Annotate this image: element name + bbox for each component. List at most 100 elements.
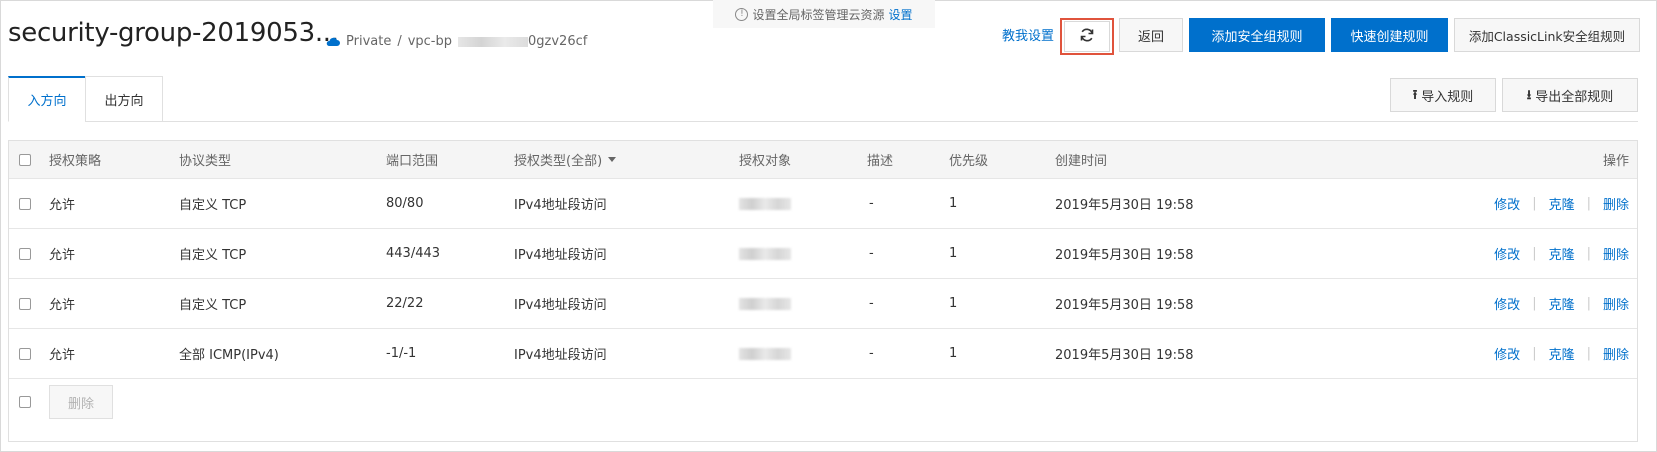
delete-link[interactable]: 删除: [1603, 194, 1629, 213]
clone-link[interactable]: 克隆: [1549, 344, 1575, 363]
row-checkbox[interactable]: [19, 247, 31, 260]
table-row: 允许 自定义 TCP 80/80 IPv4地址段访问 - 1 2019年5月30…: [9, 179, 1637, 229]
action-separator: |: [1586, 296, 1591, 311]
col-policy: 授权策略: [49, 154, 102, 169]
help-link[interactable]: 教我设置: [1002, 25, 1054, 44]
cloud-icon: [326, 37, 340, 47]
export-rules-button[interactable]: ⭳ 导出全部规则: [1502, 78, 1638, 112]
row-auth-type: IPv4地址段访问: [514, 198, 607, 213]
col-priority: 优先级: [949, 154, 989, 169]
edit-link[interactable]: 修改: [1494, 344, 1520, 363]
clone-link[interactable]: 克隆: [1549, 194, 1575, 213]
row-target-redacted: [739, 297, 791, 310]
row-policy: 允许: [49, 348, 76, 363]
row-protocol: 全部 ICMP(IPv4): [179, 348, 279, 363]
select-all-checkbox[interactable]: [19, 153, 31, 166]
row-auth-type: IPv4地址段访问: [514, 248, 607, 263]
row-description: -: [869, 296, 874, 311]
row-created: 2019年5月30日 19:58: [1055, 348, 1194, 363]
add-classiclink-button[interactable]: 添加ClassicLink安全组规则: [1454, 18, 1640, 52]
rules-table: 授权策略 协议类型 端口范围 授权类型(全部) 授权对象 描述 优先级 创建时间…: [8, 140, 1638, 442]
action-separator: |: [1586, 346, 1591, 361]
import-rules-label: 导入规则: [1421, 89, 1474, 105]
table-footer: 删除: [9, 381, 1637, 441]
delete-link[interactable]: 删除: [1603, 244, 1629, 263]
export-rules-label: 导出全部规则: [1535, 89, 1614, 105]
table-row: 允许 自定义 TCP 22/22 IPv4地址段访问 - 1 2019年5月30…: [9, 279, 1637, 329]
notice-text: 设置全局标签管理云资源: [752, 7, 885, 22]
import-rules-button[interactable]: ⭱ 导入规则: [1390, 78, 1496, 112]
row-port: -1/-1: [386, 346, 417, 361]
row-priority: 1: [949, 346, 958, 361]
row-target-redacted: [739, 347, 791, 360]
add-rule-button[interactable]: 添加安全组规则: [1189, 18, 1325, 52]
meta-separator: /: [397, 34, 402, 49]
action-separator: |: [1532, 296, 1537, 311]
row-checkbox[interactable]: [19, 197, 31, 210]
notice-settings-link[interactable]: 设置: [889, 6, 913, 23]
row-actions: 修改 | 克隆 | 删除: [1494, 329, 1629, 378]
row-checkbox[interactable]: [19, 297, 31, 310]
quick-create-button[interactable]: 快速创建规则: [1331, 18, 1448, 52]
action-separator: |: [1532, 196, 1537, 211]
row-actions: 修改 | 克隆 | 删除: [1494, 279, 1629, 328]
row-created: 2019年5月30日 19:58: [1055, 248, 1194, 263]
table-row: 允许 全部 ICMP(IPv4) -1/-1 IPv4地址段访问 - 1 201…: [9, 329, 1637, 379]
tabs-divider: [8, 121, 1638, 122]
refresh-button[interactable]: [1064, 21, 1110, 52]
table-row: 允许 自定义 TCP 443/443 IPv4地址段访问 - 1 2019年5月…: [9, 229, 1637, 279]
network-type: Private: [346, 34, 392, 49]
col-description: 描述: [867, 154, 894, 169]
row-auth-type: IPv4地址段访问: [514, 298, 607, 313]
upload-icon: ⭱: [1412, 87, 1418, 103]
row-port: 443/443: [386, 246, 441, 261]
row-priority: 1: [949, 196, 958, 211]
clone-link[interactable]: 克隆: [1549, 244, 1575, 263]
col-protocol: 协议类型: [179, 154, 232, 169]
info-icon: !: [735, 7, 749, 21]
row-created: 2019年5月30日 19:58: [1055, 198, 1194, 213]
row-port: 22/22: [386, 296, 424, 311]
row-checkbox[interactable]: [19, 347, 31, 360]
row-actions: 修改 | 克隆 | 删除: [1494, 179, 1629, 228]
caret-down-icon: [608, 157, 617, 162]
tag-notice: ! 设置全局标签管理云资源 设置: [713, 0, 935, 28]
row-policy: 允许: [49, 248, 76, 263]
row-protocol: 自定义 TCP: [179, 248, 247, 263]
row-policy: 允许: [49, 198, 76, 213]
table-header: 授权策略 协议类型 端口范围 授权类型(全部) 授权对象 描述 优先级 创建时间…: [9, 141, 1637, 179]
row-auth-type: IPv4地址段访问: [514, 348, 607, 363]
edit-link[interactable]: 修改: [1494, 294, 1520, 313]
row-priority: 1: [949, 296, 958, 311]
vpc-id-prefix: vpc-bp: [407, 34, 453, 49]
row-port: 80/80: [386, 196, 424, 211]
delete-link[interactable]: 删除: [1603, 344, 1629, 363]
row-actions: 修改 | 克隆 | 删除: [1494, 229, 1629, 278]
row-description: -: [869, 196, 874, 211]
row-priority: 1: [949, 246, 958, 261]
edit-link[interactable]: 修改: [1494, 194, 1520, 213]
action-separator: |: [1532, 346, 1537, 361]
download-icon: ⭳: [1526, 87, 1532, 103]
footer-select-checkbox[interactable]: [19, 396, 31, 408]
row-protocol: 自定义 TCP: [179, 298, 247, 313]
tab-outbound[interactable]: 出方向: [85, 76, 163, 122]
bulk-delete-button[interactable]: 删除: [49, 385, 113, 419]
vpc-id-suffix: 0gzv26cf: [528, 34, 588, 49]
col-auth-type: 授权类型(全部): [514, 154, 603, 169]
action-separator: |: [1532, 246, 1537, 261]
col-target: 授权对象: [739, 154, 792, 169]
page-title: security-group-2019053...: [8, 18, 339, 48]
back-button[interactable]: 返回: [1119, 18, 1183, 52]
row-target-redacted: [739, 247, 791, 260]
vpc-id-redacted: [458, 36, 529, 47]
row-target-redacted: [739, 197, 791, 210]
tab-inbound[interactable]: 入方向: [8, 76, 86, 122]
network-meta: Private / vpc-bp 0gzv26cf: [326, 34, 587, 49]
row-description: -: [869, 246, 874, 261]
clone-link[interactable]: 克隆: [1549, 294, 1575, 313]
col-auth-type-filter[interactable]: 授权类型(全部): [514, 141, 617, 178]
action-separator: |: [1586, 196, 1591, 211]
edit-link[interactable]: 修改: [1494, 244, 1520, 263]
delete-link[interactable]: 删除: [1603, 294, 1629, 313]
